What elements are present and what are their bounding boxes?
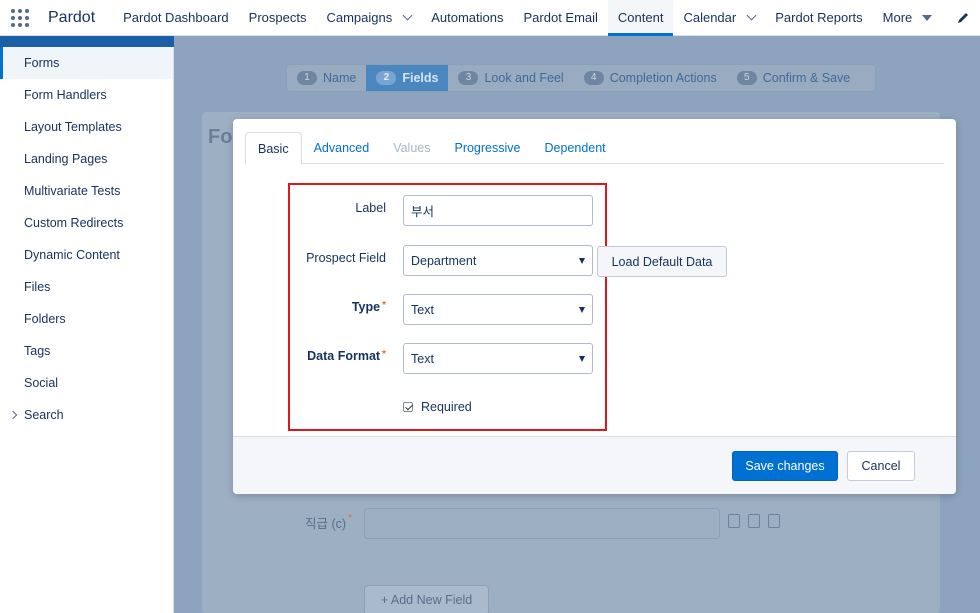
nav-item-label: More <box>882 10 913 25</box>
label-input-value: 부서 <box>411 205 435 219</box>
nav-item-label: Calendar <box>683 10 737 25</box>
data-format-select[interactable]: Text <box>403 343 593 374</box>
form-heading: Fo <box>208 126 233 148</box>
modal-tabs: Basic Advanced Values Progressive Depend… <box>245 132 944 165</box>
sidebar-item-forms[interactable]: Forms <box>0 47 173 79</box>
tab-advanced[interactable]: Advanced <box>302 132 382 164</box>
prospect-field-label: Prospect Field <box>306 251 386 265</box>
prospect-field-value: Department <box>411 253 477 268</box>
type-select[interactable]: Text <box>403 294 593 325</box>
dropdown-arrow-icon <box>579 258 585 264</box>
label-field-label: Label <box>355 201 386 215</box>
sidebar-item-tags[interactable]: Tags <box>0 335 173 367</box>
required-checkbox[interactable]: Required <box>403 400 472 414</box>
sidebar-item-search[interactable]: Search <box>0 399 173 431</box>
step-number: 1 <box>297 71 317 85</box>
app-launcher-icon[interactable] <box>11 8 29 27</box>
save-changes-button[interactable]: Save changes <box>732 451 838 481</box>
caret-down-icon <box>922 14 933 21</box>
wizard-step-fields[interactable]: 2 Fields <box>366 65 449 91</box>
bg-field-input <box>364 508 720 539</box>
type-value: Text <box>411 302 434 317</box>
chevron-right-icon <box>8 410 18 420</box>
required-marker: * <box>382 300 386 311</box>
bg-field-label: 직급 (c) * <box>305 513 352 532</box>
step-number: 2 <box>376 71 397 85</box>
sidebar-item-label: Search <box>24 408 64 422</box>
tab-basic[interactable]: Basic <box>245 132 302 165</box>
nav-item-more[interactable]: More <box>873 0 943 36</box>
sidebar-item-landing-pages[interactable]: Landing Pages <box>0 143 173 175</box>
add-new-field-button: + Add New Field <box>364 585 489 613</box>
sidebar-item-dynamic-content[interactable]: Dynamic Content <box>0 239 173 271</box>
required-marker: * <box>382 349 386 360</box>
nav-item-content[interactable]: Content <box>607 0 674 36</box>
reorder-icon <box>728 514 740 528</box>
checkbox-checked-icon[interactable] <box>403 402 413 412</box>
nav-item-campaigns[interactable]: Campaigns <box>316 0 421 36</box>
chevron-down-icon[interactable] <box>402 10 413 21</box>
bg-field-actions <box>728 514 780 528</box>
field-edit-modal: Basic Advanced Values Progressive Depend… <box>233 119 956 494</box>
wizard-step-name[interactable]: 1 Name <box>287 65 366 91</box>
tab-dependent[interactable]: Dependent <box>532 132 617 164</box>
edit-nav-pencil-icon[interactable] <box>956 11 970 25</box>
nav-item-automations[interactable]: Automations <box>421 0 513 36</box>
app-name: Pardot <box>48 8 96 26</box>
sidebar: Forms Form Handlers Layout Templates Lan… <box>0 47 174 613</box>
trash-icon <box>768 514 780 528</box>
wizard-step-confirm-save[interactable]: 5 Confirm & Save <box>727 65 861 91</box>
step-label: Name <box>323 71 357 85</box>
sidebar-item-folders[interactable]: Folders <box>0 303 173 335</box>
required-marker: * <box>348 513 352 524</box>
load-default-data-button[interactable]: Load Default Data <box>597 246 727 277</box>
nav-item-label: Campaigns <box>326 10 393 25</box>
label-input[interactable]: 부서 <box>403 195 593 226</box>
wizard-step-completion-actions[interactable]: 4 Completion Actions <box>574 65 727 91</box>
prospect-field-select[interactable]: Department <box>403 245 593 276</box>
nav-item-pardot-reports[interactable]: Pardot Reports <box>765 0 872 36</box>
step-number: 3 <box>458 71 479 85</box>
dropdown-arrow-icon <box>579 356 585 362</box>
sidebar-item-layout-templates[interactable]: Layout Templates <box>0 111 173 143</box>
sidebar-item-custom-redirects[interactable]: Custom Redirects <box>0 207 173 239</box>
sidebar-item-social[interactable]: Social <box>0 367 173 399</box>
bg-field-label-text: 직급 (c) <box>305 517 347 531</box>
step-label: Look and Feel <box>484 71 564 85</box>
tab-progressive[interactable]: Progressive <box>442 132 532 164</box>
step-number: 4 <box>583 71 604 85</box>
chevron-down-icon[interactable] <box>746 10 757 21</box>
required-label: Required <box>421 400 472 414</box>
data-format-label-text: Data Format <box>307 349 381 363</box>
step-label: Fields <box>402 71 439 85</box>
step-number: 5 <box>736 71 757 85</box>
tab-values[interactable]: Values <box>381 132 442 164</box>
nav-item-calendar[interactable]: Calendar <box>673 0 765 36</box>
modal-footer: Save changes Cancel <box>233 436 956 494</box>
type-label-text: Type <box>351 300 381 314</box>
nav-item-pardot-dashboard[interactable]: Pardot Dashboard <box>113 0 239 36</box>
data-format-value: Text <box>411 351 434 366</box>
form-wizard-steps: 1 Name 2 Fields 3 Look and Feel 4 Completion… <box>286 64 876 92</box>
data-format-label: Data Format * <box>266 349 386 363</box>
dropdown-arrow-icon <box>579 307 585 313</box>
sidebar-item-form-handlers[interactable]: Form Handlers <box>0 79 173 111</box>
sidebar-item-files[interactable]: Files <box>0 271 173 303</box>
edit-icon <box>748 514 760 528</box>
sidebar-item-multivariate-tests[interactable]: Multivariate Tests <box>0 175 173 207</box>
step-label: Completion Actions <box>609 71 717 85</box>
nav-item-prospects[interactable]: Prospects <box>239 0 317 36</box>
step-label: Confirm & Save <box>762 71 851 85</box>
cancel-button[interactable]: Cancel <box>847 451 915 481</box>
top-nav-bar: Pardot Pardot Dashboard Prospects Campai… <box>0 0 980 36</box>
wizard-step-look-and-feel[interactable]: 3 Look and Feel <box>448 65 573 91</box>
type-label: Type * <box>266 300 386 314</box>
nav-item-pardot-email[interactable]: Pardot Email <box>514 0 608 36</box>
